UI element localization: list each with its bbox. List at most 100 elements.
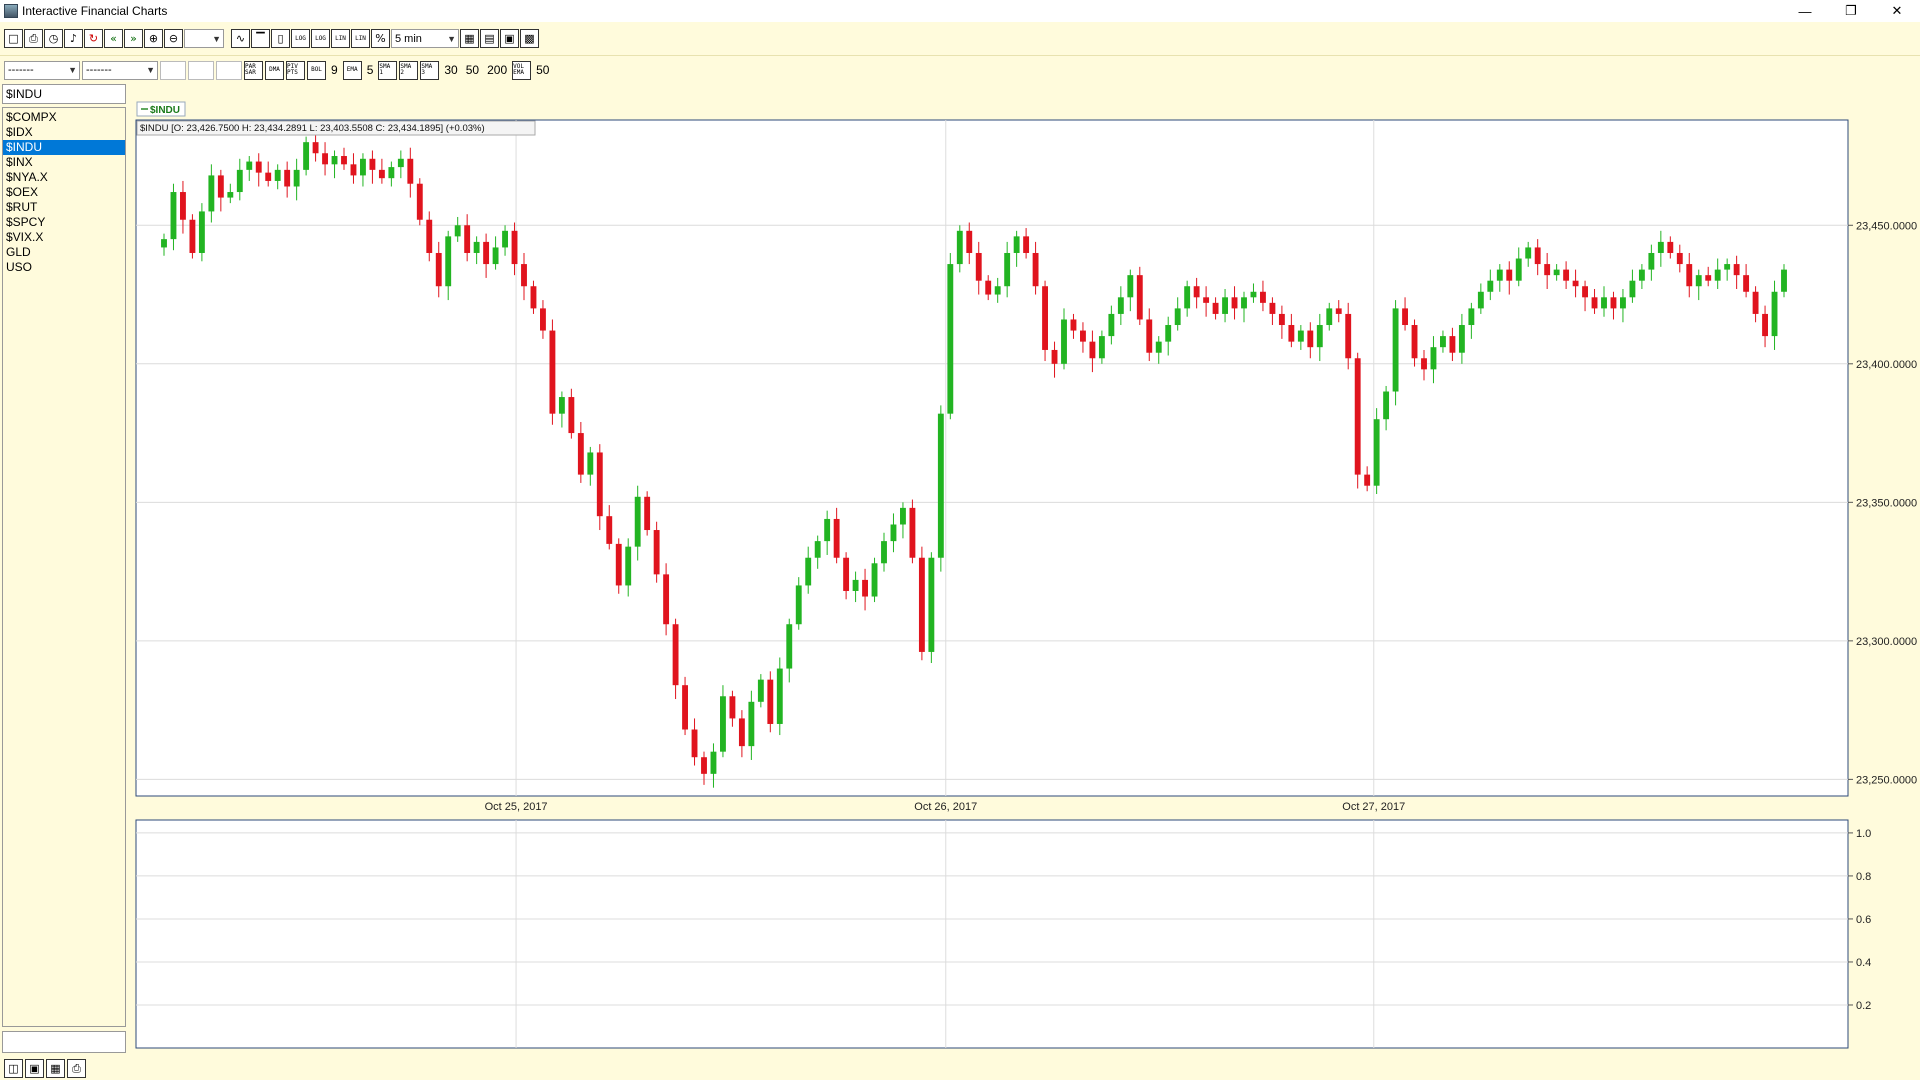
candle-body[interactable] (852, 579, 859, 591)
candle-body[interactable] (890, 524, 897, 542)
candle-body[interactable] (738, 718, 745, 747)
candle-body[interactable] (1421, 358, 1427, 370)
candle-body[interactable] (871, 563, 878, 597)
candle-body[interactable] (1477, 291, 1484, 309)
candle-body[interactable] (1582, 286, 1588, 298)
candle-body[interactable] (1458, 325, 1465, 353)
candle-body[interactable] (1402, 308, 1408, 326)
bol-button[interactable]: BOL (307, 60, 326, 80)
candle-body[interactable] (274, 169, 281, 181)
zoom-in-icon[interactable]: ⊕ (144, 29, 163, 48)
blank-field-2[interactable] (188, 60, 214, 80)
candle-body[interactable] (1222, 297, 1228, 314)
candle-body[interactable] (824, 518, 831, 542)
candle-body[interactable] (1335, 308, 1342, 314)
vol-ema-button[interactable]: VOL EMA (512, 60, 532, 80)
candle-body[interactable] (255, 161, 262, 173)
log-button-2[interactable]: LOG (311, 29, 330, 48)
candle-body[interactable] (217, 175, 224, 198)
candle-body[interactable] (558, 397, 565, 414)
candle-body[interactable] (161, 239, 167, 248)
candle-body[interactable] (1544, 264, 1551, 276)
candle-body[interactable] (1506, 269, 1513, 281)
candle-body[interactable] (1743, 275, 1750, 292)
candle-body[interactable] (1449, 336, 1456, 353)
symbol-item[interactable]: GLD (3, 245, 125, 260)
candle-body[interactable] (918, 557, 925, 652)
candle-body[interactable] (445, 236, 452, 287)
candle-body[interactable] (1241, 297, 1247, 309)
candle-body[interactable] (1705, 275, 1712, 281)
candle-body[interactable] (208, 175, 215, 212)
candle-body[interactable] (312, 142, 319, 154)
candle-body[interactable] (672, 624, 679, 686)
candle-body[interactable] (1269, 302, 1276, 314)
candle-body[interactable] (1733, 264, 1740, 276)
candle-body[interactable] (975, 252, 982, 281)
candle-body[interactable] (682, 685, 688, 730)
candle-body[interactable] (1354, 358, 1361, 475)
candle-body[interactable] (1724, 264, 1731, 270)
candle-body[interactable] (464, 225, 471, 253)
candle-body[interactable] (1345, 313, 1352, 359)
candle-body[interactable] (625, 546, 632, 586)
candle-body[interactable] (549, 330, 556, 414)
candle-body[interactable] (1004, 252, 1011, 287)
speaker-icon[interactable]: ♪ (64, 29, 83, 48)
candle-body[interactable] (1496, 269, 1503, 281)
candle-body[interactable] (909, 507, 916, 558)
candle-body[interactable] (1629, 280, 1636, 298)
sma3-value[interactable]: 200 (484, 63, 510, 77)
candle-body[interactable] (397, 158, 404, 168)
bol-value[interactable]: 9 (328, 63, 341, 77)
symbol-item[interactable]: $VIX.X (3, 230, 125, 245)
candle-body[interactable] (587, 452, 594, 475)
chart-settings-icon[interactable]: ▦ (460, 29, 479, 48)
candle-body[interactable] (1307, 330, 1314, 348)
candle-body[interactable] (1146, 319, 1153, 353)
layout-icon[interactable]: ▣ (500, 29, 519, 48)
symbol-item[interactable]: $NYA.X (3, 170, 125, 185)
candle-body[interactable] (928, 557, 935, 652)
grid-icon[interactable]: ▦ (46, 1058, 65, 1078)
scroll-left-icon[interactable]: « (104, 29, 123, 48)
candle-body[interactable] (540, 308, 546, 331)
candle-body[interactable] (663, 574, 670, 625)
sma1-value[interactable]: 30 (441, 63, 460, 77)
candle-body[interactable] (644, 496, 651, 531)
symbol-item[interactable]: $INDU (3, 140, 125, 155)
candle-body[interactable] (1591, 297, 1598, 309)
candle-body[interactable] (492, 247, 499, 265)
zoom-select[interactable]: ▼ (184, 29, 224, 48)
candle-body[interactable] (1430, 347, 1437, 370)
candle-body[interactable] (1023, 236, 1030, 253)
candle-body[interactable] (1117, 297, 1124, 314)
candle-body[interactable] (236, 169, 243, 193)
scroll-right-icon[interactable]: » (124, 29, 143, 48)
candle-body[interactable] (1553, 269, 1560, 276)
candle-body[interactable] (246, 161, 253, 170)
candle-body[interactable] (577, 433, 584, 475)
candle-body[interactable] (1752, 291, 1759, 314)
candle-body[interactable] (1771, 291, 1778, 337)
candle-body[interactable] (1676, 252, 1683, 265)
candle-body[interactable] (729, 696, 736, 719)
candle-body[interactable] (710, 751, 717, 774)
log-button-1[interactable]: LOG (291, 29, 310, 48)
candle-body[interactable] (1515, 258, 1522, 281)
candle-body[interactable] (1440, 336, 1446, 348)
candle-body[interactable] (1032, 252, 1039, 287)
ema-value[interactable]: 5 (364, 63, 377, 77)
candle-body[interactable] (795, 585, 802, 625)
candle-body[interactable] (701, 757, 707, 774)
indicator-panel[interactable] (135, 819, 1849, 1049)
candle-body[interactable] (634, 496, 641, 547)
par-sar-button[interactable]: PAR SAR (244, 60, 263, 80)
candle-body[interactable] (378, 169, 385, 179)
candle-body[interactable] (426, 219, 433, 253)
interval-select[interactable]: 5 min ▼ (391, 29, 459, 48)
candle-body[interactable] (1051, 349, 1058, 364)
zoom-out-icon[interactable]: ⊖ (164, 29, 183, 48)
minimize-button[interactable]: — (1782, 0, 1828, 22)
lin-button-2[interactable]: LIN (351, 29, 370, 48)
